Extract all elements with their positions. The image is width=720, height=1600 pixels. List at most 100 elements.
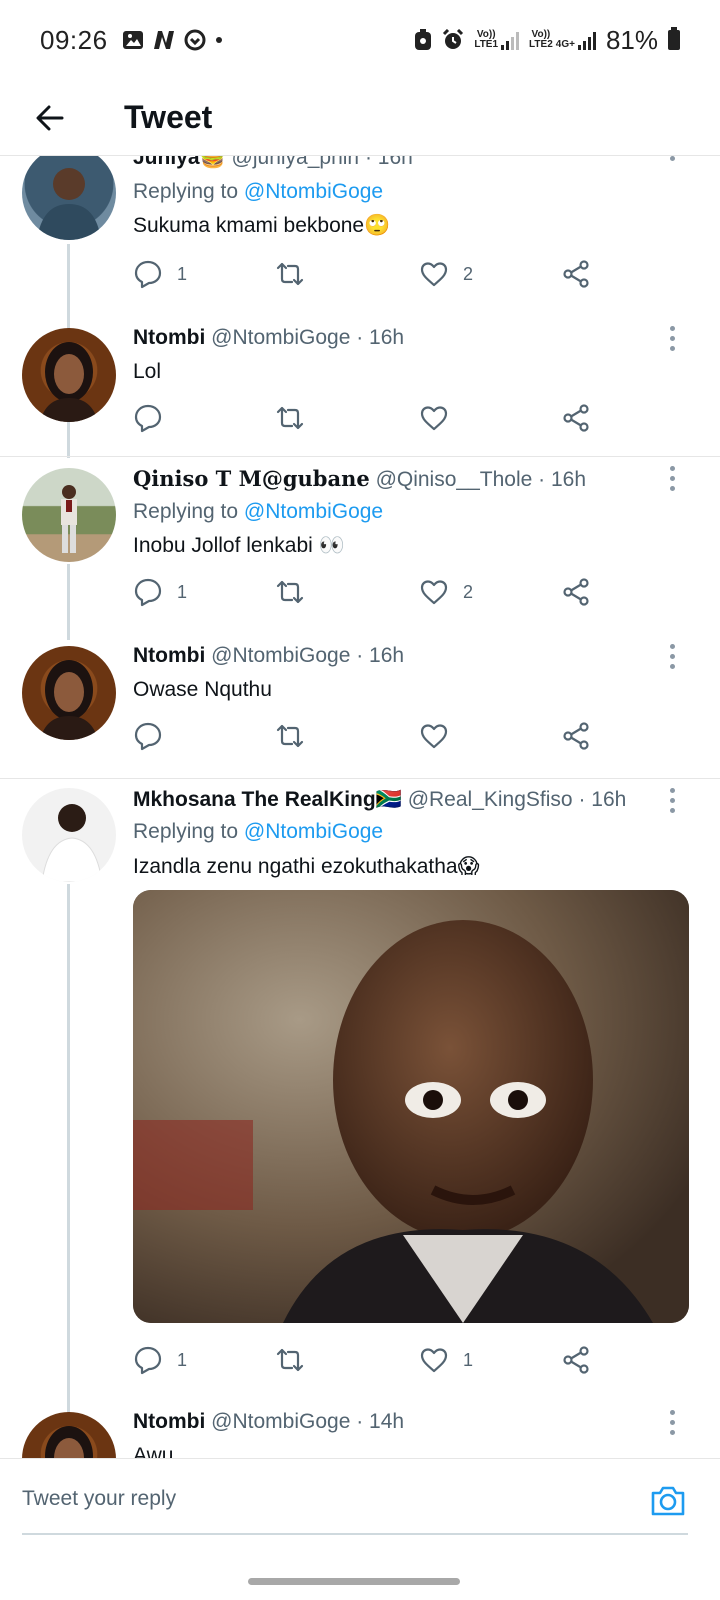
- mention-link[interactable]: @NtombiGoge: [244, 820, 383, 843]
- reply-button[interactable]: 1: [133, 1342, 187, 1378]
- reply-count: 1: [177, 581, 188, 602]
- reply-input[interactable]: Tweet your reply: [22, 1487, 176, 1511]
- retweet-button[interactable]: [275, 400, 305, 436]
- more-options-icon[interactable]: [670, 644, 676, 669]
- more-options-icon[interactable]: [670, 466, 676, 491]
- tweet-text: Inobu Jollof lenkabi 👀: [133, 534, 345, 557]
- reply-button[interactable]: [133, 718, 163, 754]
- retweet-icon: [276, 724, 304, 748]
- like-button[interactable]: 1: [419, 1342, 473, 1378]
- divider: [0, 456, 720, 457]
- author-handle[interactable]: @Real_KingSfiso: [408, 788, 573, 811]
- author-handle[interactable]: @Qiniso__Thole: [376, 468, 533, 491]
- app-notification-icon: [184, 29, 206, 51]
- mention-link[interactable]: @NtombiGoge: [244, 500, 383, 523]
- reply-count: 1: [177, 1349, 188, 1370]
- heart-icon: [420, 262, 448, 287]
- signal-icon: [501, 32, 520, 50]
- author-handle[interactable]: @juniya_phiri: [232, 156, 360, 169]
- tweet[interactable]: Ntombi @NtombiGoge · 16h Lol: [0, 322, 720, 448]
- heart-icon: [420, 406, 448, 431]
- retweet-icon: [276, 580, 304, 604]
- avatar[interactable]: [22, 468, 116, 562]
- replying-to: Replying to @NtombiGoge: [133, 500, 384, 523]
- share-button[interactable]: [561, 1342, 591, 1378]
- retweet-icon: [276, 262, 304, 286]
- share-button[interactable]: [561, 400, 591, 436]
- thread-line: [67, 884, 70, 1424]
- reply-button[interactable]: 1: [133, 256, 187, 292]
- author-name[interactable]: Juniya🍔: [133, 156, 226, 169]
- tweet[interactable]: Qiniso T M@gubane @Qiniso__Thole · 16h R…: [0, 464, 720, 640]
- avatar[interactable]: [22, 646, 116, 740]
- retweet-button[interactable]: [275, 256, 305, 292]
- home-indicator[interactable]: [248, 1578, 460, 1585]
- tweet-actions: 1 2: [133, 574, 613, 610]
- reply-button[interactable]: 1: [133, 574, 187, 610]
- reply-icon: [134, 722, 162, 751]
- signal-icon: [577, 32, 596, 50]
- tweet-time: · 16h: [356, 326, 405, 349]
- replying-to: Replying to @NtombiGoge: [133, 820, 384, 843]
- tweet-thread[interactable]: Juniya🍔 @juniya_phiri · 16h Replying to …: [0, 156, 720, 1486]
- reply-button[interactable]: [133, 400, 163, 436]
- retweet-button[interactable]: [275, 574, 305, 610]
- like-button[interactable]: [419, 718, 449, 754]
- author-handle[interactable]: @NtombiGoge: [211, 644, 350, 667]
- status-bar: 09:26 Vo)) LTE1 Vo)) LTE2 4G+ 81%: [0, 0, 720, 80]
- heart-icon: [420, 580, 448, 605]
- avatar[interactable]: [22, 328, 116, 422]
- arrow-left-icon: [36, 105, 64, 130]
- tweet[interactable]: Ntombi @NtombiGoge · 16h Owase Nquthu: [0, 642, 720, 768]
- author-name[interactable]: Ntombi: [133, 644, 205, 667]
- reply-count: 1: [177, 263, 188, 284]
- like-count: 2: [463, 581, 474, 602]
- tweet-text: Izandla zenu ngathi ezokuthakatha😱: [133, 855, 480, 878]
- share-button[interactable]: [561, 718, 591, 754]
- battery-icon: [668, 27, 680, 50]
- tweet-actions: 1 2: [133, 256, 613, 292]
- more-options-icon[interactable]: [670, 1410, 676, 1435]
- more-options-icon[interactable]: [670, 788, 676, 813]
- avatar[interactable]: [22, 156, 116, 240]
- sim1-indicator: Vo)) LTE1: [474, 30, 520, 50]
- author-name[interactable]: Qiniso T M@gubane: [133, 466, 370, 491]
- tweet-text: Owase Nquthu: [133, 678, 272, 701]
- avatar[interactable]: [22, 788, 116, 882]
- share-icon: [563, 1346, 589, 1374]
- retweet-button[interactable]: [275, 718, 305, 754]
- share-icon: [563, 722, 589, 750]
- like-button[interactable]: [419, 400, 449, 436]
- dot-icon: [215, 37, 222, 43]
- like-button[interactable]: 2: [419, 574, 473, 610]
- share-button[interactable]: [561, 574, 591, 610]
- more-options-icon[interactable]: [670, 326, 676, 351]
- retweet-button[interactable]: [275, 1342, 305, 1378]
- input-underline: [22, 1533, 688, 1535]
- battery-percent: 81%: [605, 24, 658, 55]
- reply-icon: [134, 260, 162, 289]
- author-name[interactable]: Ntombi: [133, 1410, 205, 1433]
- like-button[interactable]: 2: [419, 256, 473, 292]
- tweet-media-image[interactable]: [133, 890, 689, 1323]
- camera-button[interactable]: [648, 1481, 688, 1521]
- tweet[interactable]: Mkhosana The RealKing🇿🇦 @Real_KingSfiso …: [0, 786, 720, 1424]
- tweet-actions: [133, 400, 613, 436]
- app-header: Tweet: [0, 80, 720, 156]
- like-count: 1: [463, 1349, 474, 1370]
- share-button[interactable]: [561, 256, 591, 292]
- mention-link[interactable]: @NtombiGoge: [244, 180, 383, 203]
- back-button[interactable]: [20, 88, 80, 148]
- heart-icon: [420, 1348, 448, 1373]
- author-handle[interactable]: @NtombiGoge: [211, 326, 350, 349]
- share-icon: [563, 260, 589, 288]
- divider: [0, 778, 720, 779]
- author-name[interactable]: Mkhosana The RealKing🇿🇦: [133, 788, 402, 811]
- tweet-actions: 1 1: [133, 1342, 613, 1378]
- reply-composer: Tweet your reply: [0, 1458, 720, 1548]
- more-options-icon[interactable]: [670, 156, 676, 161]
- heart-icon: [420, 724, 448, 749]
- author-name[interactable]: Ntombi: [133, 326, 205, 349]
- author-handle[interactable]: @NtombiGoge: [211, 1410, 350, 1433]
- page-title: Tweet: [124, 99, 213, 135]
